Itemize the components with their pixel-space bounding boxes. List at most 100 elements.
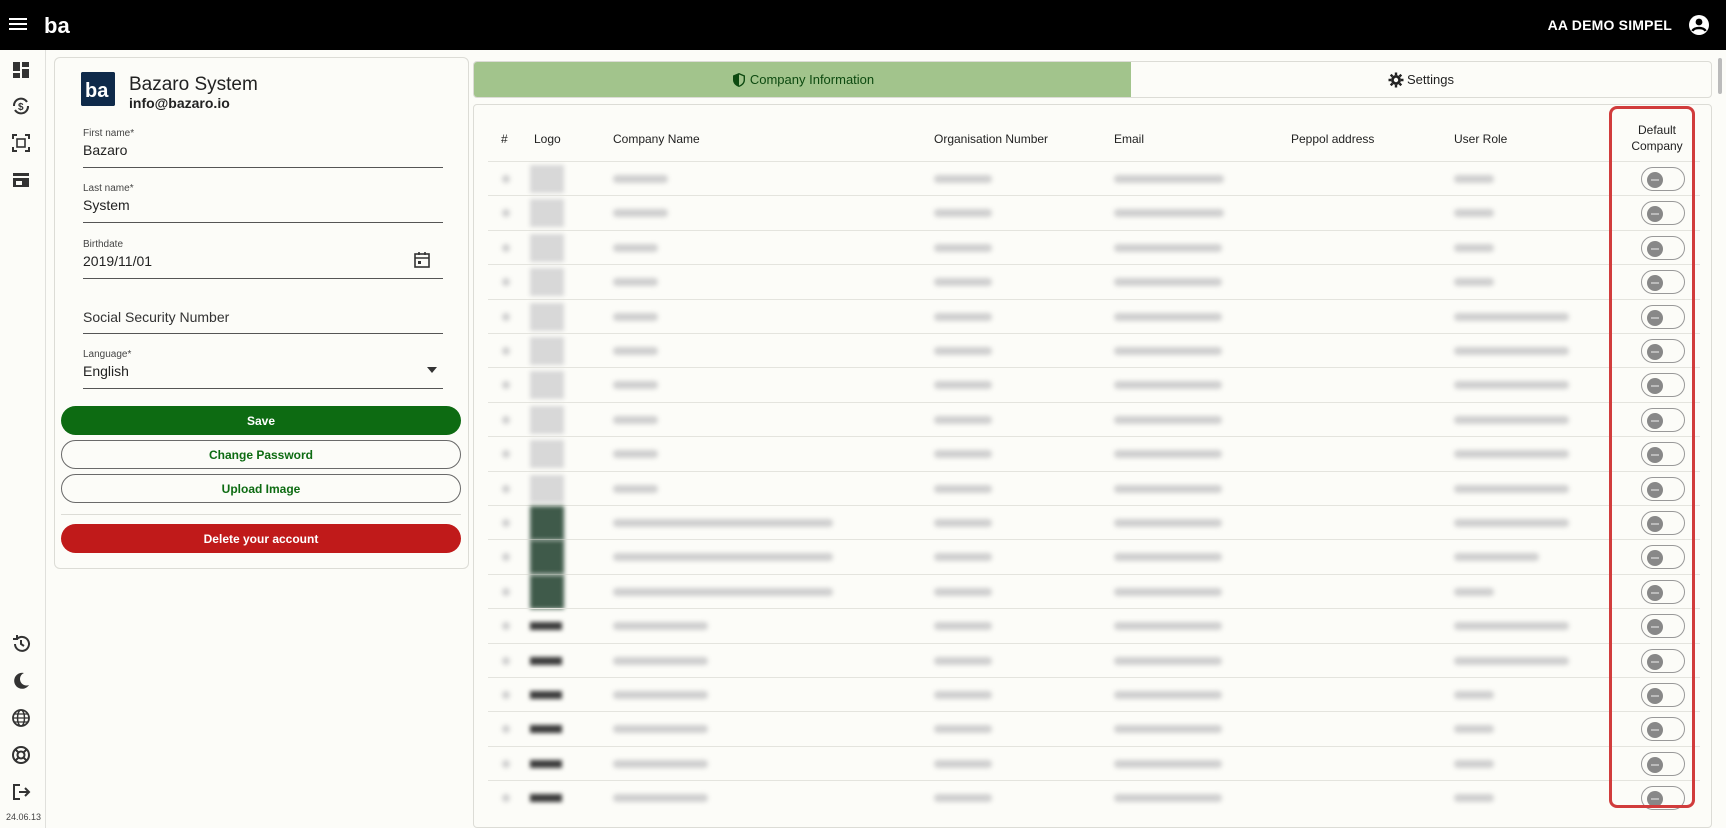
last-name-field[interactable]: Last name* System: [83, 183, 443, 223]
change-password-button[interactable]: Change Password: [61, 440, 461, 469]
default-company-toggle[interactable]: [1641, 407, 1685, 432]
company-logo: [530, 540, 564, 575]
menu-icon[interactable]: [9, 15, 29, 35]
language-value[interactable]: English: [83, 363, 129, 379]
cell-email: [1114, 415, 1222, 424]
upload-image-button[interactable]: Upload Image: [61, 474, 461, 503]
company-logo: [530, 622, 562, 631]
default-company-toggle[interactable]: [1641, 511, 1685, 535]
logout-icon[interactable]: [10, 781, 32, 803]
cell-user-role: [1454, 656, 1569, 665]
save-button[interactable]: Save: [61, 406, 461, 435]
table-row[interactable]: [488, 608, 1700, 642]
birthdate-value[interactable]: 2019/11/01: [83, 253, 152, 269]
cell-company-name: [613, 519, 833, 527]
default-company-toggle[interactable]: [1641, 339, 1685, 363]
language-select[interactable]: Language* English: [83, 349, 443, 389]
dashboard-icon[interactable]: [10, 59, 32, 81]
user-name[interactable]: AA DEMO SIMPEL: [1548, 17, 1672, 33]
table-row[interactable]: [488, 161, 1700, 195]
table-row[interactable]: [488, 470, 1700, 505]
table-row[interactable]: [488, 436, 1700, 470]
table-row[interactable]: [488, 711, 1700, 745]
default-company-toggle[interactable]: [1641, 373, 1685, 398]
table-row[interactable]: [488, 677, 1700, 711]
cell-org-number: [934, 553, 992, 562]
cell-user-role: [1454, 759, 1494, 768]
default-company-toggle[interactable]: [1641, 270, 1685, 295]
history-icon[interactable]: [10, 633, 32, 655]
table-row[interactable]: [488, 229, 1700, 264]
default-company-toggle[interactable]: [1641, 786, 1685, 811]
currency-sync-icon[interactable]: $: [10, 95, 32, 117]
table-row[interactable]: [488, 298, 1700, 333]
app-logo[interactable]: ba: [44, 12, 74, 38]
company-logo: [530, 233, 564, 262]
default-company-toggle[interactable]: [1641, 476, 1685, 501]
store-icon[interactable]: [10, 169, 32, 191]
cell-user-role: [1454, 415, 1569, 424]
last-name-value[interactable]: System: [83, 197, 130, 213]
cell-org-number: [934, 622, 992, 631]
avatar[interactable]: ba: [81, 72, 115, 106]
table-row[interactable]: [488, 264, 1700, 298]
cell-user-role: [1454, 243, 1494, 252]
globe-icon[interactable]: [10, 707, 32, 729]
table-row[interactable]: [488, 780, 1700, 814]
calendar-icon[interactable]: [413, 251, 431, 269]
default-company-toggle[interactable]: [1641, 683, 1685, 707]
cell-email: [1114, 794, 1222, 803]
table-row[interactable]: [488, 333, 1700, 367]
table-row[interactable]: [488, 745, 1700, 780]
chevron-down-icon[interactable]: [427, 367, 437, 373]
table-row[interactable]: [488, 642, 1700, 677]
tab-bar: Company Information Settings: [473, 61, 1712, 98]
scan-document-icon[interactable]: [10, 132, 32, 154]
table-row[interactable]: [488, 539, 1700, 575]
default-company-toggle[interactable]: [1641, 545, 1685, 570]
table-row[interactable]: [488, 195, 1700, 229]
default-company-toggle[interactable]: [1641, 614, 1685, 639]
cell-company-name: [613, 553, 833, 562]
default-company-toggle[interactable]: [1641, 717, 1685, 742]
company-logo: [530, 794, 562, 803]
first-name-value[interactable]: Bazaro: [83, 142, 127, 158]
default-company-toggle[interactable]: [1641, 304, 1685, 329]
ssn-field[interactable]: Social Security Number: [83, 294, 443, 334]
cell-org-number: [934, 415, 992, 424]
default-company-toggle[interactable]: [1641, 235, 1685, 260]
default-company-toggle[interactable]: [1641, 442, 1685, 467]
tab-company-information[interactable]: Company Information: [474, 62, 1131, 97]
birthdate-field[interactable]: Birthdate 2019/11/01: [83, 239, 443, 279]
dark-mode-icon[interactable]: [10, 670, 32, 692]
default-company-toggle[interactable]: [1641, 167, 1685, 191]
cell-user-role: [1454, 519, 1569, 527]
toggle-knob: [1647, 412, 1663, 429]
first-name-field[interactable]: First name* Bazaro: [83, 128, 443, 168]
cell-email: [1114, 484, 1222, 493]
default-company-toggle[interactable]: [1641, 201, 1685, 226]
delete-account-button[interactable]: Delete your account: [61, 524, 461, 553]
tab-settings[interactable]: Settings: [1131, 62, 1711, 97]
cell-company-name: [613, 450, 658, 459]
toggle-knob: [1647, 722, 1663, 739]
cell-index: [502, 175, 510, 183]
table-row[interactable]: [488, 367, 1700, 401]
table-row[interactable]: [488, 401, 1700, 436]
scrollbar[interactable]: [1718, 58, 1722, 94]
ssn-placeholder[interactable]: Social Security Number: [83, 309, 229, 325]
table-row[interactable]: [488, 505, 1700, 540]
app-version: 24.06.13: [6, 812, 42, 822]
default-company-toggle[interactable]: [1641, 751, 1685, 776]
tab-company-information-label: Company Information: [749, 72, 875, 87]
cell-user-role: [1454, 587, 1494, 596]
default-company-toggle[interactable]: [1641, 648, 1685, 673]
company-logo: [530, 268, 564, 297]
default-company-toggle[interactable]: [1641, 579, 1685, 604]
table-row[interactable]: [488, 573, 1700, 609]
company-logo: [530, 474, 564, 503]
account-icon[interactable]: [1688, 14, 1710, 36]
cell-company-name: [613, 243, 658, 252]
support-icon[interactable]: [10, 744, 32, 766]
cell-index: [502, 656, 510, 665]
